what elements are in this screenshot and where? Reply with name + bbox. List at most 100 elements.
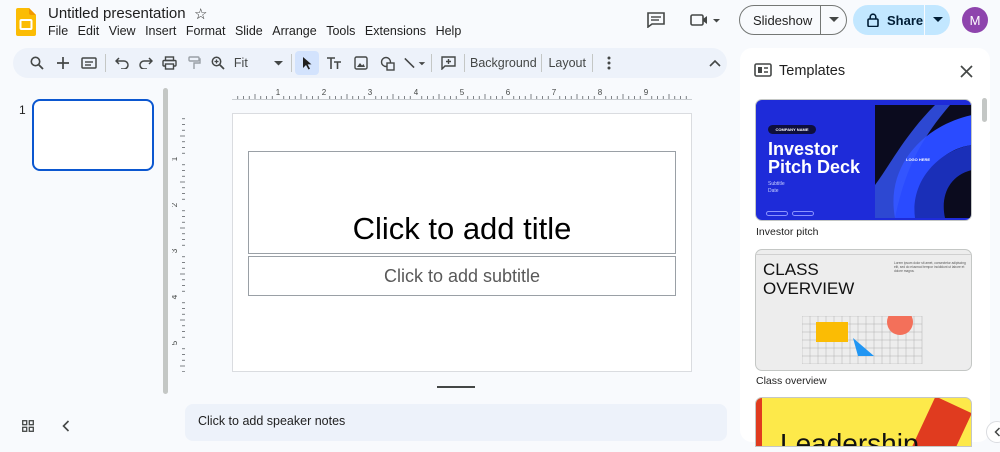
side-panel-expand-chevron-icon[interactable] bbox=[986, 421, 1000, 443]
chevron-down-icon bbox=[273, 60, 283, 66]
menu-format[interactable]: Format bbox=[186, 24, 226, 38]
template-caption: Class overview bbox=[756, 375, 827, 387]
search-icon[interactable] bbox=[25, 51, 49, 75]
redo-icon[interactable] bbox=[134, 51, 158, 75]
template-heading-line2: OVERVIEW bbox=[763, 279, 855, 298]
undo-icon[interactable] bbox=[110, 51, 134, 75]
image-icon[interactable] bbox=[349, 51, 373, 75]
more-options-icon[interactable] bbox=[597, 51, 621, 75]
templates-icon bbox=[754, 63, 772, 79]
share-label: Share bbox=[887, 12, 924, 28]
paint-format-icon[interactable] bbox=[182, 51, 206, 75]
menu-extensions[interactable]: Extensions bbox=[365, 24, 426, 38]
menu-slide[interactable]: Slide bbox=[235, 24, 263, 38]
decorative-bar bbox=[756, 398, 762, 446]
template-heading-line1: Investor bbox=[768, 139, 839, 159]
print-icon[interactable] bbox=[158, 51, 182, 75]
comments-icon[interactable] bbox=[644, 9, 668, 31]
add-comment-icon[interactable] bbox=[436, 51, 460, 75]
template-card-investor-pitch[interactable]: COMPANY NAME Investor Pitch Deck Subtitl… bbox=[755, 99, 972, 221]
menu-arrange[interactable]: Arrange bbox=[272, 24, 316, 38]
shape-icon[interactable] bbox=[376, 51, 400, 75]
text-box-icon[interactable] bbox=[322, 51, 346, 75]
ruler-number: 5 bbox=[172, 340, 179, 345]
new-slide-plus-icon[interactable] bbox=[51, 51, 75, 75]
ruler-number: 4 bbox=[172, 294, 179, 299]
share-button[interactable]: Share bbox=[853, 5, 950, 35]
grid-view-icon[interactable] bbox=[18, 416, 38, 436]
menu-help[interactable]: Help bbox=[436, 24, 462, 38]
collapse-toolbar-chevron-up-icon[interactable] bbox=[703, 51, 727, 75]
toolbar-divider bbox=[290, 54, 292, 72]
subtitle-placeholder[interactable]: Click to add subtitle bbox=[248, 256, 676, 296]
toolbar: Fit Background Layout bbox=[13, 48, 727, 78]
layout-button[interactable]: Layout bbox=[546, 51, 588, 75]
ruler-number: 3 bbox=[368, 88, 373, 97]
slide-thumbnail[interactable] bbox=[32, 99, 154, 171]
decorative-pill bbox=[766, 211, 788, 216]
toolbar-divider bbox=[541, 54, 543, 72]
logo-placeholder: LOGO HERE bbox=[906, 157, 931, 162]
select-cursor-icon[interactable] bbox=[295, 51, 320, 75]
decorative-pill bbox=[792, 211, 814, 216]
menu-insert[interactable]: Insert bbox=[145, 24, 176, 38]
zoom-value: Fit bbox=[233, 56, 248, 70]
speaker-notes[interactable]: Click to add speaker notes bbox=[185, 404, 727, 441]
chevron-left-icon[interactable] bbox=[56, 416, 76, 436]
template-subtitle: Subtitle bbox=[768, 181, 785, 187]
toolbar-divider bbox=[464, 54, 466, 72]
ruler-number: 1 bbox=[276, 88, 281, 97]
document-title[interactable]: Untitled presentation bbox=[48, 5, 186, 22]
horizontal-ruler: 1 2 3 4 5 6 7 8 9 bbox=[232, 88, 692, 100]
template-heading-line2: Pitch Deck bbox=[768, 157, 861, 177]
share-main[interactable]: Share bbox=[853, 13, 924, 28]
menu-view[interactable]: View bbox=[109, 24, 136, 38]
slideshow-label[interactable]: Slideshow bbox=[740, 13, 820, 28]
ruler-number: 2 bbox=[172, 202, 179, 207]
ruler-number: 9 bbox=[644, 88, 649, 97]
ruler-number: 1 bbox=[172, 156, 179, 161]
background-button[interactable]: Background bbox=[469, 51, 537, 75]
slide-number: 1 bbox=[19, 103, 26, 117]
grid-illustration bbox=[802, 316, 923, 364]
ruler-number: 4 bbox=[414, 88, 419, 97]
chevron-down-icon[interactable] bbox=[821, 17, 846, 23]
slides-logo-icon[interactable] bbox=[16, 8, 36, 36]
template-card-class-overview[interactable]: CLASS OVERVIEW Lorem ipsum dolor sit ame… bbox=[755, 249, 972, 371]
menu-tools[interactable]: Tools bbox=[326, 24, 355, 38]
toolbar-divider bbox=[431, 54, 433, 72]
zoom-icon[interactable] bbox=[206, 51, 230, 75]
menu-edit[interactable]: Edit bbox=[78, 24, 100, 38]
avatar[interactable]: M bbox=[962, 7, 988, 33]
line-icon[interactable] bbox=[403, 51, 427, 75]
ruler-number: 5 bbox=[460, 88, 465, 97]
panel-scrollbar[interactable] bbox=[982, 98, 987, 122]
template-date: Date bbox=[768, 188, 779, 194]
filmstrip-scrollbar[interactable] bbox=[163, 88, 168, 394]
menu-bar: File Edit View Insert Format Slide Arran… bbox=[48, 24, 471, 38]
meet-video-button[interactable] bbox=[686, 9, 726, 31]
decorative-shape bbox=[910, 398, 971, 446]
slideshow-button[interactable]: Slideshow bbox=[739, 5, 847, 35]
ruler-number: 8 bbox=[598, 88, 603, 97]
ruler-number: 7 bbox=[552, 88, 557, 97]
chevron-down-icon[interactable] bbox=[925, 17, 950, 23]
toolbar-divider bbox=[105, 54, 106, 72]
notes-resize-handle[interactable] bbox=[437, 386, 475, 388]
template-card-leadership[interactable]: Leadership bbox=[755, 397, 972, 447]
toolbar-divider bbox=[592, 54, 594, 72]
template-heading-line1: CLASS bbox=[763, 260, 819, 279]
template-heading: Leadership bbox=[780, 428, 919, 447]
template-body-text: Lorem ipsum dolor sit amet, consectetur … bbox=[894, 261, 966, 273]
panel-title: Templates bbox=[779, 63, 846, 79]
zoom-select[interactable]: Fit bbox=[230, 51, 287, 75]
close-icon[interactable] bbox=[957, 62, 975, 80]
title-placeholder[interactable]: Click to add title bbox=[248, 151, 676, 254]
menu-file[interactable]: File bbox=[48, 24, 68, 38]
video-camera-icon bbox=[690, 14, 707, 26]
ruler-number: 3 bbox=[172, 248, 179, 253]
company-name-tag: COMPANY NAME bbox=[768, 125, 816, 134]
ruler-number: 6 bbox=[506, 88, 511, 97]
new-slide-layout-icon[interactable] bbox=[77, 51, 101, 75]
star-icon[interactable]: ☆ bbox=[194, 5, 207, 23]
